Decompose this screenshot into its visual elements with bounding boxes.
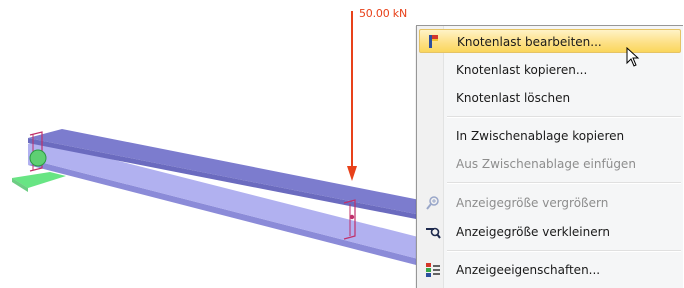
load-arrow-head[interactable]: [347, 166, 357, 181]
menu-item-paste-clipboard[interactable]: Aus Zwischenablage einfügen: [419, 152, 681, 176]
menu-item-label: In Zwischenablage kopieren: [456, 129, 625, 143]
menu-separator: [447, 116, 681, 118]
mouse-pointer-icon: [626, 47, 640, 67]
support-node[interactable]: [29, 149, 47, 167]
menu-item-display-properties[interactable]: Anzeigeeigenschaften...: [419, 258, 681, 282]
menu-separator: [447, 250, 681, 252]
menu-item-copy-clipboard[interactable]: In Zwischenablage kopieren: [419, 124, 681, 148]
menu-item-label: Anzeigegröße verkleinern: [456, 225, 610, 239]
edit-load-icon: [429, 35, 438, 48]
menu-item-delete-load[interactable]: Knotenlast löschen: [419, 86, 681, 110]
zoom-in-icon: [426, 196, 439, 210]
menu-separator: [447, 182, 681, 184]
load-value-label[interactable]: 50.00 kN: [359, 7, 407, 20]
menu-item-label: Anzeigeeigenschaften...: [456, 263, 601, 277]
load-node[interactable]: [349, 214, 355, 220]
menu-item-zoom-in[interactable]: Anzeigegröße vergrößern: [419, 191, 681, 215]
menu-item-label: Aus Zwischenablage einfügen: [456, 157, 636, 171]
menu-item-label: Knotenlast kopieren...: [456, 63, 588, 77]
menu-item-zoom-out[interactable]: Anzeigegröße verkleinern: [419, 220, 681, 244]
zoom-out-icon: [426, 227, 441, 239]
menu-item-label: Knotenlast löschen: [456, 91, 571, 105]
menu-item-label: Anzeigegröße vergrößern: [456, 196, 609, 210]
display-properties-icon: [426, 263, 440, 277]
context-menu: Knotenlast bearbeiten... Knotenlast kopi…: [416, 25, 683, 288]
menu-item-label: Knotenlast bearbeiten...: [457, 35, 602, 49]
